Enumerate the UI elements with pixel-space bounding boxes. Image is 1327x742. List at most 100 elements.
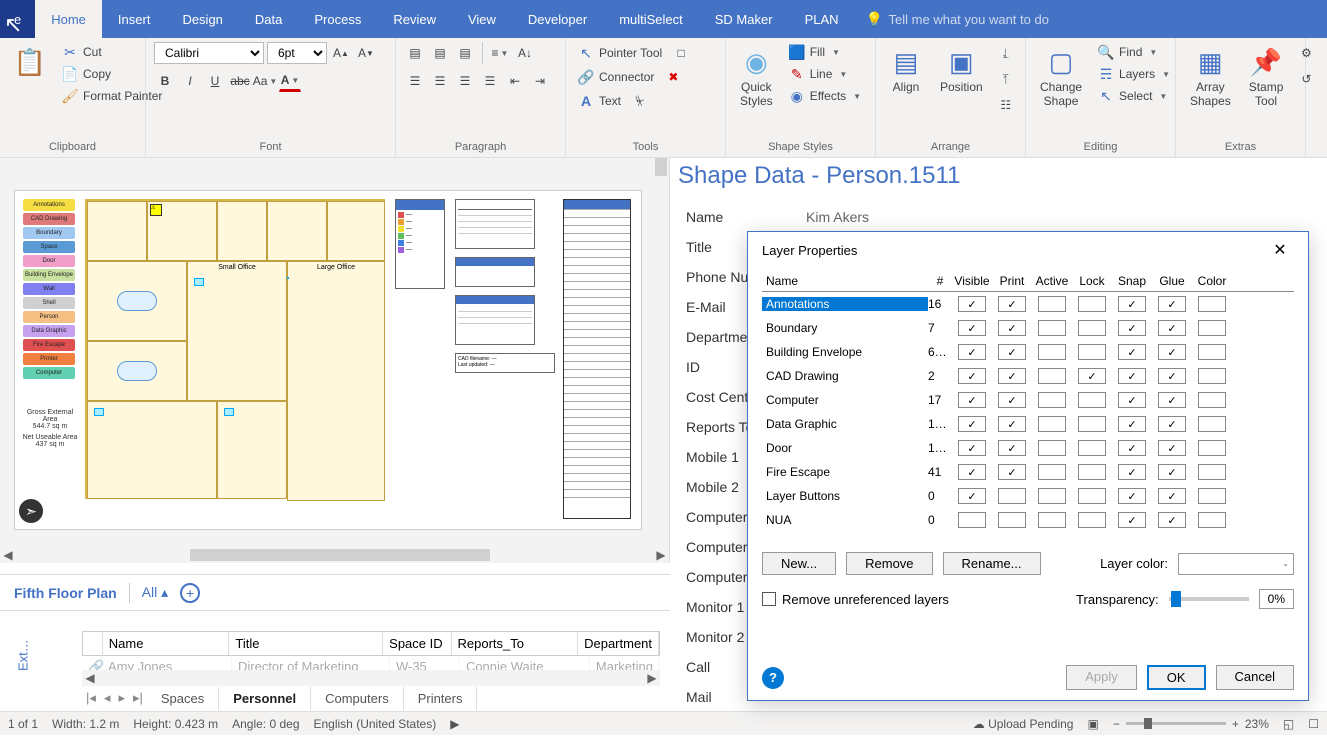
glue-checkbox[interactable] (1158, 296, 1186, 312)
fullscreen-button[interactable]: ☐ (1308, 717, 1319, 731)
quick-styles-button[interactable]: ◉ Quick Styles (734, 42, 779, 112)
fill-button[interactable]: 🟦Fill▼ (785, 42, 865, 62)
shape-data-field[interactable]: NameKim Akers (678, 202, 1318, 232)
print-checkbox[interactable] (998, 416, 1026, 432)
color-checkbox[interactable] (1198, 392, 1226, 408)
effects-button[interactable]: ◉Effects▼ (785, 86, 865, 106)
visible-checkbox[interactable] (958, 392, 986, 408)
snap-checkbox[interactable] (1118, 320, 1146, 336)
lock-checkbox[interactable] (1078, 512, 1106, 528)
zoom-out-button[interactable]: − (1113, 717, 1120, 731)
page-tab-all[interactable]: All ▴ (142, 584, 168, 601)
align-center-button[interactable]: ☰ (429, 70, 451, 92)
font-color-button[interactable]: A▼ (279, 70, 301, 92)
data-grid-scroll[interactable]: ◀ ▶ (82, 670, 660, 686)
font-name-select[interactable]: Calibri (154, 42, 264, 64)
print-checkbox[interactable] (998, 320, 1026, 336)
remove-layer-button[interactable]: Remove (846, 552, 932, 575)
active-checkbox[interactable] (1038, 464, 1066, 480)
ok-button[interactable]: OK (1147, 665, 1206, 690)
lock-checkbox[interactable] (1078, 368, 1106, 384)
visible-checkbox[interactable] (958, 368, 986, 384)
glue-checkbox[interactable] (1158, 464, 1186, 480)
snap-checkbox[interactable] (1118, 296, 1146, 312)
layer-row[interactable]: Computer17 (762, 388, 1294, 412)
fit-page-button[interactable]: ◱ (1283, 717, 1294, 731)
glue-checkbox[interactable] (1158, 344, 1186, 360)
pointer-tool-button[interactable]: ↖Pointer Tool (574, 42, 666, 64)
active-checkbox[interactable] (1038, 512, 1066, 528)
underline-button[interactable]: U (204, 70, 226, 92)
sheet-nav-prev[interactable]: ◂ (100, 688, 115, 708)
upload-status[interactable]: ☁ Upload Pending (973, 717, 1074, 731)
legend-item[interactable]: CAD Drawing (23, 213, 75, 225)
indent-dec-button[interactable]: ⇤ (504, 70, 526, 92)
layer-row[interactable]: Layer Buttons0 (762, 484, 1294, 508)
tab-sdmaker[interactable]: SD Maker (699, 0, 789, 38)
align-middle-button[interactable]: ▤ (429, 42, 451, 64)
layer-row[interactable]: NUA0 (762, 508, 1294, 532)
tab-process[interactable]: Process (298, 0, 377, 38)
layer-row[interactable]: Fire Escape41 (762, 460, 1294, 484)
change-case-button[interactable]: Aa▼ (254, 70, 276, 92)
color-checkbox[interactable] (1198, 368, 1226, 384)
remove-unref-checkbox[interactable]: Remove unreferenced layers (762, 592, 949, 607)
extra-btn-1[interactable]: ⚙ (1295, 42, 1317, 64)
print-checkbox[interactable] (998, 440, 1026, 456)
snap-checkbox[interactable] (1118, 416, 1146, 432)
new-layer-button[interactable]: New... (762, 552, 836, 575)
font-size-select[interactable]: 6pt (267, 42, 327, 64)
layer-row[interactable]: Door1… (762, 436, 1294, 460)
line-button[interactable]: ✎Line▼ (785, 64, 865, 84)
color-checkbox[interactable] (1198, 416, 1226, 432)
rename-layer-button[interactable]: Rename... (943, 552, 1041, 575)
snap-checkbox[interactable] (1118, 440, 1146, 456)
stamp-tool-button[interactable]: 📌Stamp Tool (1243, 42, 1290, 112)
snap-checkbox[interactable] (1118, 344, 1146, 360)
lock-checkbox[interactable] (1078, 392, 1106, 408)
sheet-nav-next[interactable]: ▸ (114, 688, 129, 708)
tab-home[interactable]: Home (35, 0, 102, 38)
legend-item[interactable]: Data Graphic (23, 325, 75, 337)
indent-inc-button[interactable]: ⇥ (529, 70, 551, 92)
layer-table-body[interactable]: Annotations16Boundary7Building Envelope6… (762, 292, 1294, 542)
ext-tab[interactable]: Ext… (10, 625, 36, 685)
tab-developer[interactable]: Developer (512, 0, 603, 38)
legend-item[interactable]: Building Envelope (23, 269, 75, 281)
align-button[interactable]: ▤Align (884, 42, 928, 98)
color-checkbox[interactable] (1198, 320, 1226, 336)
active-checkbox[interactable] (1038, 392, 1066, 408)
lock-checkbox[interactable] (1078, 464, 1106, 480)
active-checkbox[interactable] (1038, 296, 1066, 312)
glue-checkbox[interactable] (1158, 416, 1186, 432)
active-checkbox[interactable] (1038, 368, 1066, 384)
zoom-slider[interactable] (1126, 722, 1226, 725)
visible-checkbox[interactable] (958, 296, 986, 312)
lock-checkbox[interactable] (1078, 488, 1106, 504)
lock-checkbox[interactable] (1078, 320, 1106, 336)
color-checkbox[interactable] (1198, 344, 1226, 360)
active-checkbox[interactable] (1038, 416, 1066, 432)
print-checkbox[interactable] (998, 344, 1026, 360)
tab-plan[interactable]: PLAN (789, 0, 855, 38)
layer-row[interactable]: CAD Drawing2 (762, 364, 1294, 388)
color-checkbox[interactable] (1198, 440, 1226, 456)
snap-checkbox[interactable] (1118, 464, 1146, 480)
extra-btn-2[interactable]: ↺ (1295, 68, 1317, 90)
active-checkbox[interactable] (1038, 488, 1066, 504)
sheet-printers[interactable]: Printers (404, 687, 478, 710)
lock-checkbox[interactable] (1078, 296, 1106, 312)
glue-checkbox[interactable] (1158, 488, 1186, 504)
delete-connector-button[interactable]: ✖ (662, 66, 684, 88)
snap-checkbox[interactable] (1118, 368, 1146, 384)
sheet-computers[interactable]: Computers (311, 687, 404, 710)
lock-checkbox[interactable] (1078, 440, 1106, 456)
strikethrough-button[interactable]: abc (229, 70, 251, 92)
zoom-value[interactable]: 23% (1245, 717, 1269, 731)
layer-row[interactable]: Boundary7 (762, 316, 1294, 340)
snap-checkbox[interactable] (1118, 488, 1146, 504)
sheet-personnel[interactable]: Personnel (219, 687, 311, 710)
canvas-scroll-horizontal[interactable]: ◀ ▶ (0, 547, 669, 563)
legend-item[interactable]: Wall (23, 283, 75, 295)
rectangle-tool-button[interactable]: □ (670, 42, 692, 64)
